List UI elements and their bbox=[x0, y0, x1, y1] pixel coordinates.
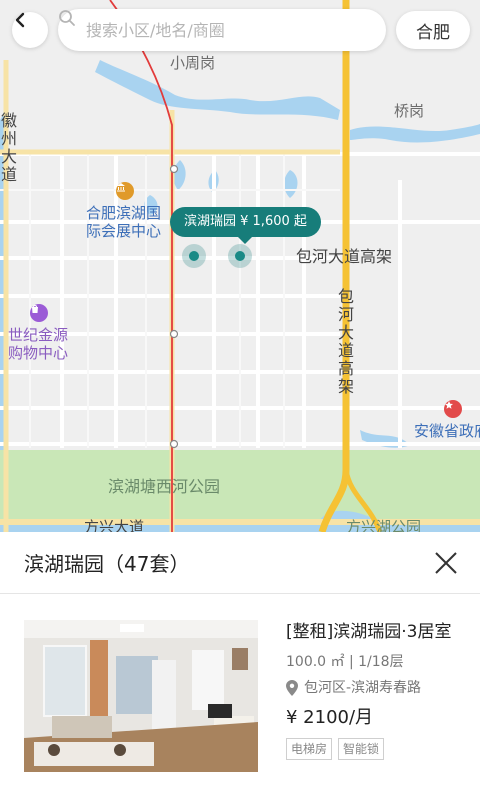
search-icon bbox=[59, 10, 75, 26]
shopping-icon[interactable] bbox=[30, 304, 48, 322]
tag-smart-lock: 智能锁 bbox=[338, 738, 385, 760]
search-input[interactable] bbox=[86, 20, 336, 40]
map-view[interactable]: 小周岗 桥岗 徽州大道 合肥滨湖国 际会展中心 包河大道高架 包河大道高架 世纪… bbox=[0, 0, 480, 532]
map-label-xiaozhougang: 小周岗 bbox=[170, 54, 216, 72]
city-selector-button[interactable]: 合肥 bbox=[396, 11, 470, 49]
listing-meta: 100.0 ㎡ | 1/18层 bbox=[286, 654, 404, 670]
listing-tags: 电梯房 智能锁 bbox=[286, 738, 466, 760]
map-label-century-line1: 世纪金源 bbox=[8, 326, 69, 344]
listing-photo bbox=[24, 620, 258, 772]
listing-location-text: 包河区-滨湖寿春路 bbox=[304, 680, 422, 696]
map-label-binhu-park: 滨湖塘西河公园 bbox=[108, 477, 221, 496]
map-label-fangxing-lake-park: 方兴湖公园 bbox=[346, 518, 422, 532]
map-label-century-line2: 购物中心 bbox=[8, 344, 69, 362]
map-label-anhui-gov: 安徽省政府 bbox=[414, 422, 480, 440]
listing-info: [整租]滨湖瑞园·3居室 100.0 ㎡ | 1/18层 包河区-滨湖寿春路 ¥… bbox=[286, 620, 466, 760]
government-icon[interactable] bbox=[444, 400, 462, 418]
map-label-convention-line2: 际会展中心 bbox=[86, 222, 162, 240]
back-button[interactable] bbox=[12, 12, 48, 48]
listing-title: [整租]滨湖瑞园·3居室 bbox=[286, 622, 452, 642]
house-marker[interactable] bbox=[228, 244, 252, 268]
sheet-title: 滨湖瑞园（47套） bbox=[24, 552, 190, 576]
museum-icon[interactable] bbox=[116, 182, 134, 200]
chevron-left-icon bbox=[15, 12, 25, 28]
house-marker[interactable] bbox=[182, 244, 206, 268]
tag-elevator: 电梯房 bbox=[286, 738, 333, 760]
map-label-fangxing-avenue: 方兴大道 bbox=[84, 518, 145, 532]
map-label-convention-line1: 合肥滨湖国 bbox=[86, 204, 162, 222]
location-pin-icon bbox=[286, 680, 298, 696]
sheet-header: 滨湖瑞园（47套） bbox=[0, 532, 480, 594]
map-label-huizhou-avenue: 徽州大道 bbox=[0, 111, 17, 184]
community-sheet: 滨湖瑞园（47套） [整租]滨湖瑞园·3居室 100.0 ㎡ | 1/18层 包… bbox=[0, 532, 480, 800]
listing-location: 包河区-滨湖寿春路 bbox=[286, 678, 466, 698]
map-label-qiaogang: 桥岗 bbox=[394, 102, 425, 120]
search-bar[interactable] bbox=[58, 9, 386, 51]
listing-item[interactable]: [整租]滨湖瑞园·3居室 100.0 ㎡ | 1/18层 包河区-滨湖寿春路 ¥… bbox=[0, 620, 480, 772]
close-icon bbox=[435, 552, 457, 574]
community-price-bubble[interactable]: 滨湖瑞园 ¥ 1,600 起 bbox=[170, 207, 321, 244]
listing-price: ¥ 2100/月 bbox=[286, 707, 374, 728]
close-button[interactable] bbox=[432, 549, 460, 577]
map-label-baohe-elevated-vertical: 包河大道高架 bbox=[337, 287, 354, 396]
map-label-baohe-elevated: 包河大道高架 bbox=[296, 247, 393, 266]
